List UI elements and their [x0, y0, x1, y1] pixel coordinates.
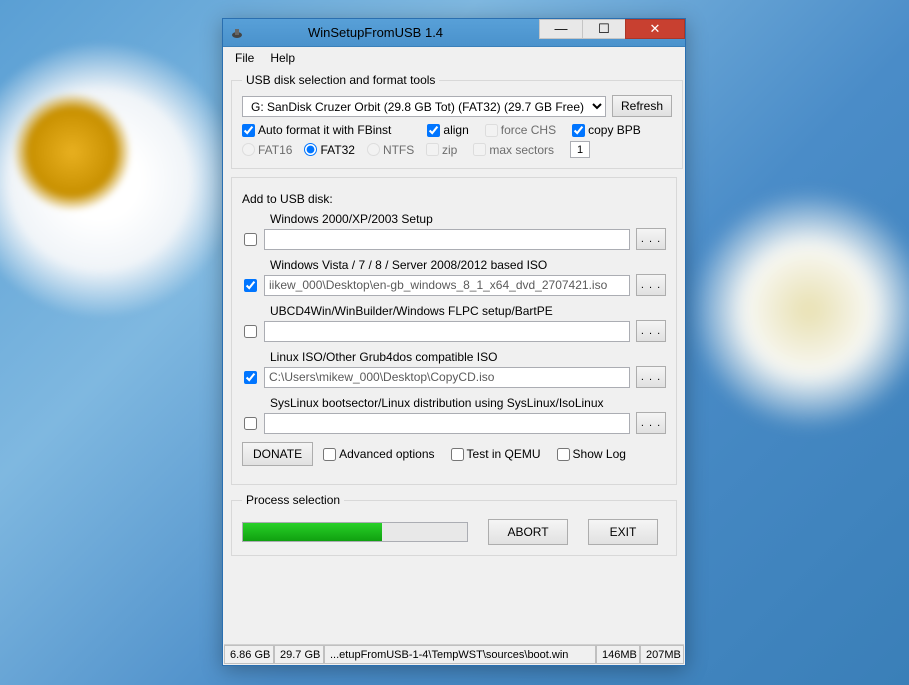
source-path-input[interactable] [264, 413, 630, 434]
source-path-input[interactable] [264, 321, 630, 342]
source-label: SysLinux bootsector/Linux distribution u… [270, 396, 666, 410]
progress-bar [242, 522, 468, 542]
donate-button[interactable]: DONATE [242, 442, 313, 466]
refresh-button[interactable]: Refresh [612, 95, 672, 117]
ntfs-radio[interactable]: NTFS [367, 143, 414, 157]
fat16-radio[interactable]: FAT16 [242, 143, 292, 157]
source-checkbox[interactable] [244, 325, 257, 338]
browse-button[interactable]: . . . [636, 228, 666, 250]
titlebar[interactable]: WinSetupFromUSB 1.4 — ☐ ✕ [223, 19, 685, 47]
show-log-checkbox[interactable]: Show Log [557, 447, 626, 461]
source-checkbox[interactable] [244, 371, 257, 384]
status-path: ...etupFromUSB-1-4\TempWST\sources\boot.… [324, 645, 596, 664]
app-window: WinSetupFromUSB 1.4 — ☐ ✕ File Help USB … [222, 18, 686, 666]
max-sectors-checkbox[interactable]: max sectors [473, 141, 554, 158]
disk-select[interactable]: G: SanDisk Cruzer Orbit (29.8 GB Tot) (F… [242, 96, 606, 117]
source-label: UBCD4Win/WinBuilder/Windows FLPC setup/B… [270, 304, 666, 318]
status-size1: 146MB [596, 645, 640, 664]
source-block: UBCD4Win/WinBuilder/Windows FLPC setup/B… [242, 304, 666, 342]
advanced-options-checkbox[interactable]: Advanced options [323, 447, 434, 461]
abort-button[interactable]: ABORT [488, 519, 568, 545]
app-icon [229, 25, 245, 41]
align-checkbox[interactable]: align [427, 123, 468, 137]
browse-button[interactable]: . . . [636, 274, 666, 296]
browse-button[interactable]: . . . [636, 366, 666, 388]
process-group: Process selection ABORT EXIT [231, 493, 677, 556]
force-chs-checkbox[interactable]: force CHS [485, 123, 556, 137]
source-path-input[interactable] [264, 275, 630, 296]
source-label: Windows 2000/XP/2003 Setup [270, 212, 666, 226]
source-checkbox[interactable] [244, 233, 257, 246]
source-checkbox[interactable] [244, 279, 257, 292]
source-block: SysLinux bootsector/Linux distribution u… [242, 396, 666, 434]
auto-format-checkbox[interactable]: Auto format it with FBinst [242, 123, 391, 137]
source-path-input[interactable] [264, 367, 630, 388]
status-used: 6.86 GB [224, 645, 274, 664]
zip-checkbox[interactable]: zip [426, 141, 457, 158]
maximize-button[interactable]: ☐ [582, 19, 626, 39]
source-block: Windows 2000/XP/2003 Setup . . . [242, 212, 666, 250]
usb-disk-legend: USB disk selection and format tools [242, 73, 439, 87]
max-sectors-input[interactable] [570, 141, 590, 158]
copy-bpb-checkbox[interactable]: copy BPB [572, 123, 641, 137]
source-checkbox[interactable] [244, 417, 257, 430]
menu-file[interactable]: File [229, 49, 260, 67]
process-legend: Process selection [242, 493, 344, 507]
source-label: Windows Vista / 7 / 8 / Server 2008/2012… [270, 258, 666, 272]
fat32-radio[interactable]: FAT32 [304, 143, 354, 157]
source-path-input[interactable] [264, 229, 630, 250]
source-label: Linux ISO/Other Grub4dos compatible ISO [270, 350, 666, 364]
exit-button[interactable]: EXIT [588, 519, 658, 545]
usb-disk-group: USB disk selection and format tools G: S… [231, 73, 683, 169]
test-qemu-checkbox[interactable]: Test in QEMU [451, 447, 541, 461]
source-block: Linux ISO/Other Grub4dos compatible ISO.… [242, 350, 666, 388]
source-block: Windows Vista / 7 / 8 / Server 2008/2012… [242, 258, 666, 296]
menubar: File Help [223, 47, 685, 69]
minimize-button[interactable]: — [539, 19, 583, 39]
status-size2: 207MB [640, 645, 684, 664]
add-to-usb-label: Add to USB disk: [242, 192, 666, 206]
add-to-usb-group: Add to USB disk: Windows 2000/XP/2003 Se… [231, 177, 677, 485]
browse-button[interactable]: . . . [636, 320, 666, 342]
status-free: 29.7 GB [274, 645, 324, 664]
browse-button[interactable]: . . . [636, 412, 666, 434]
menu-help[interactable]: Help [264, 49, 301, 67]
close-button[interactable]: ✕ [625, 19, 685, 39]
window-title: WinSetupFromUSB 1.4 [251, 25, 540, 40]
statusbar: 6.86 GB 29.7 GB ...etupFromUSB-1-4\TempW… [224, 644, 684, 664]
